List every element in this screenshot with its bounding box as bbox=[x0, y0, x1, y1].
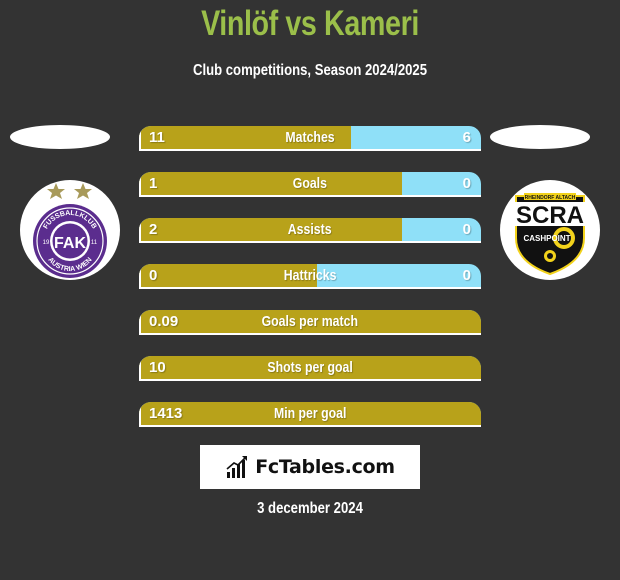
svg-text:FAK: FAK bbox=[54, 235, 86, 252]
stat-row-shots-per-goal: 10 Shots per goal bbox=[139, 356, 481, 381]
stat-row-min-per-goal: 1413 Min per goal bbox=[139, 402, 481, 427]
svg-text:RHEINDORF ALTACH: RHEINDORF ALTACH bbox=[525, 195, 576, 201]
scr-altach-crest-icon: RHEINDORF ALTACH SCRA CASHPOINT bbox=[512, 193, 588, 276]
stat-label-text: Goals bbox=[292, 175, 328, 192]
left-player-placeholder bbox=[10, 125, 110, 149]
stat-label: Goals bbox=[139, 172, 481, 195]
stat-row-assists: 2 Assists 0 bbox=[139, 218, 481, 243]
svg-text:19: 19 bbox=[43, 240, 50, 246]
svg-text:SCRA: SCRA bbox=[516, 202, 584, 229]
svg-text:11: 11 bbox=[91, 240, 98, 246]
stat-label: Shots per goal bbox=[139, 356, 481, 379]
stat-label-text: Assists bbox=[288, 221, 332, 238]
stat-label: Hattricks bbox=[139, 264, 481, 287]
competition-subtitle: Club competitions, Season 2024/2025 bbox=[192, 62, 428, 79]
stat-row-hattricks: 0 Hattricks 0 bbox=[139, 264, 481, 289]
right-player-placeholder bbox=[490, 125, 590, 149]
stat-right-value: 0 bbox=[462, 221, 471, 238]
left-team-logo[interactable]: FAK FUSSBALLKLUB AUSTRIA WIEN 19 11 bbox=[20, 180, 120, 280]
stat-label-text: Shots per goal bbox=[267, 359, 353, 376]
stat-right-value: 0 bbox=[462, 175, 471, 192]
stat-label-text: Goals per match bbox=[261, 313, 359, 330]
stat-label-text: Min per goal bbox=[273, 405, 347, 422]
stat-right-value: 0 bbox=[462, 267, 471, 284]
stat-label: Matches bbox=[139, 126, 481, 149]
page-title: Vinlöf vs Kameri bbox=[201, 4, 419, 43]
brand-name: FcTables.com bbox=[255, 456, 395, 478]
right-team-logo[interactable]: RHEINDORF ALTACH SCRA CASHPOINT bbox=[500, 180, 600, 280]
stat-label: Assists bbox=[139, 218, 481, 241]
stat-row-matches: 11 Matches 6 bbox=[139, 126, 481, 151]
stat-label: Min per goal bbox=[139, 402, 481, 425]
stat-label: Goals per match bbox=[139, 310, 481, 333]
fk-austria-wien-crest-icon: FAK FUSSBALLKLUB AUSTRIA WIEN 19 11 bbox=[33, 183, 107, 278]
bar-chart-icon bbox=[226, 456, 248, 478]
stat-row-goals-per-match: 0.09 Goals per match bbox=[139, 310, 481, 335]
stat-label-text: Hattricks bbox=[283, 267, 337, 284]
stat-right-value: 6 bbox=[462, 129, 471, 146]
svg-text:CASHPOINT: CASHPOINT bbox=[523, 234, 570, 243]
fctables-brand[interactable]: FcTables.com bbox=[200, 445, 420, 489]
stat-label-text: Matches bbox=[285, 129, 335, 146]
stat-row-goals: 1 Goals 0 bbox=[139, 172, 481, 197]
match-date: 3 december 2024 bbox=[257, 500, 363, 517]
